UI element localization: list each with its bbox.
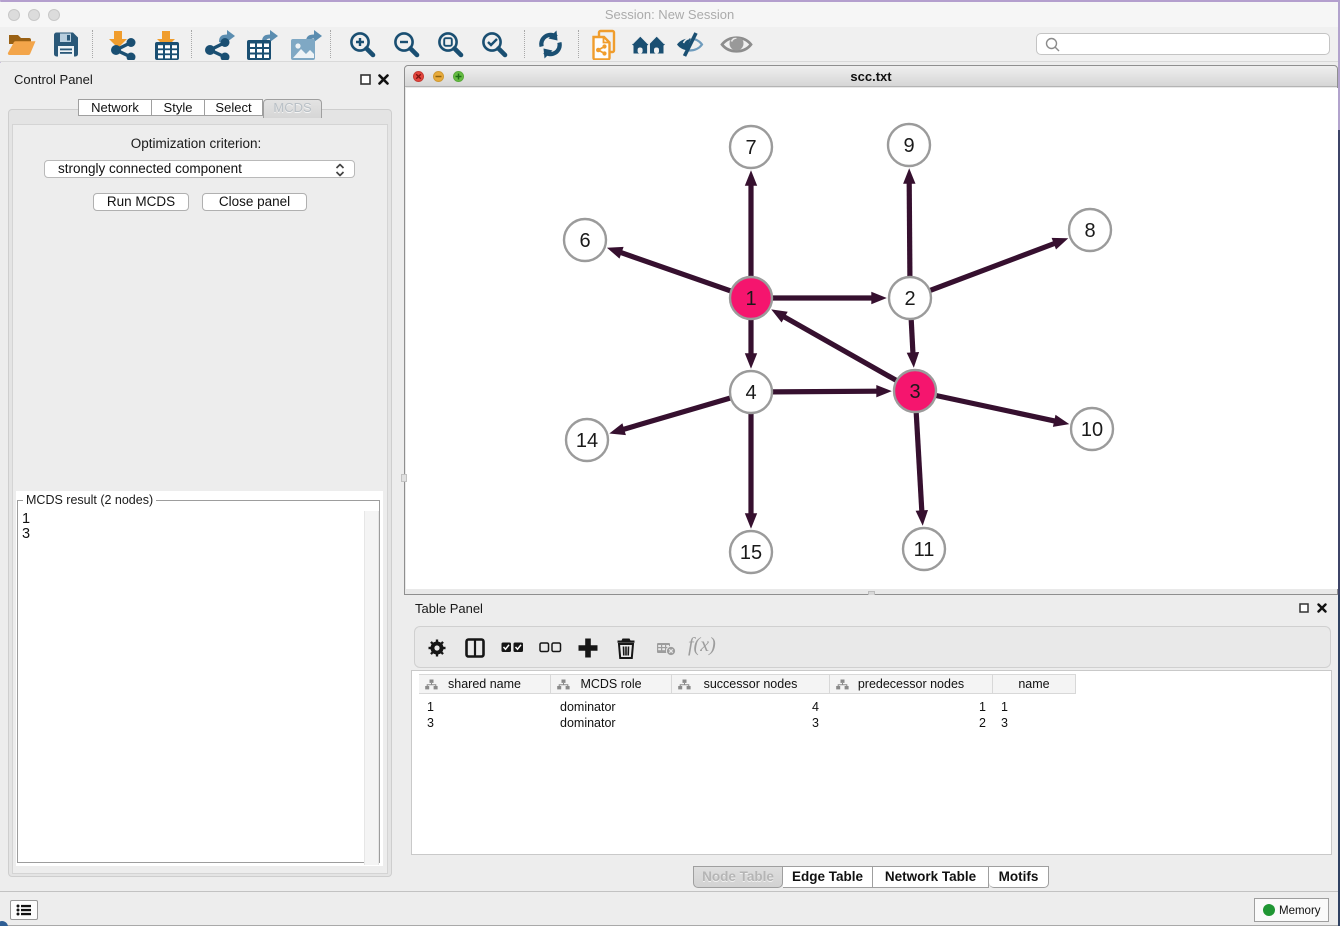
svg-text:3: 3: [909, 381, 920, 403]
svg-text:4: 4: [745, 382, 756, 404]
svg-text:15: 15: [740, 542, 762, 564]
svg-text:8: 8: [1084, 220, 1095, 242]
svg-text:2: 2: [904, 288, 915, 310]
svg-text:11: 11: [914, 539, 935, 561]
svg-text:6: 6: [579, 230, 590, 252]
svg-text:1: 1: [745, 288, 756, 310]
svg-text:14: 14: [576, 430, 598, 452]
svg-text:10: 10: [1081, 419, 1103, 441]
svg-text:7: 7: [745, 137, 756, 159]
svg-text:9: 9: [903, 135, 914, 157]
